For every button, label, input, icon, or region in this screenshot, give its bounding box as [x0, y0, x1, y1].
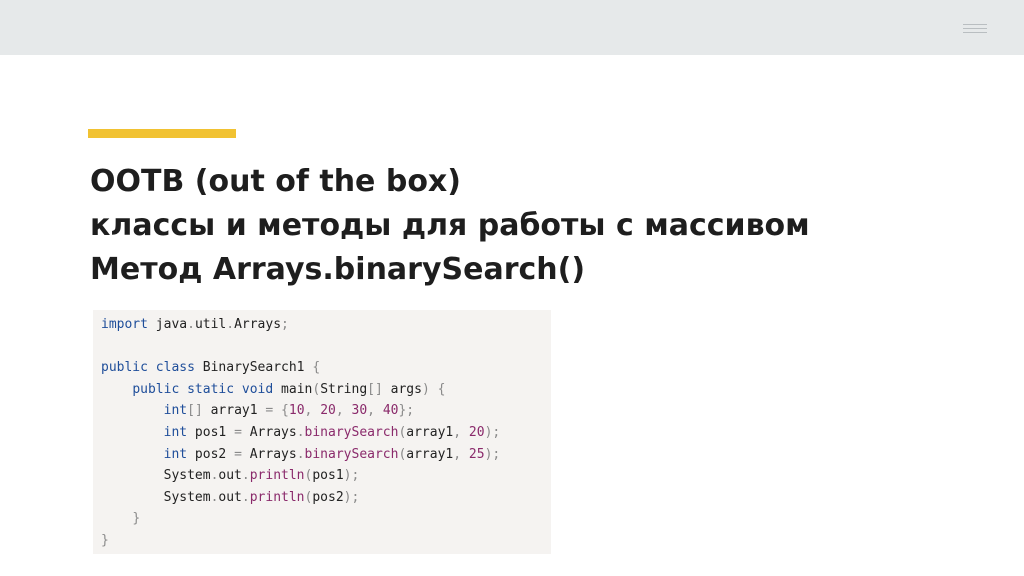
code-line: public static void main(String[] args) { [132, 381, 446, 397]
code-line: } [101, 532, 109, 548]
code-listing: import java.util.Arrays; public class Bi… [101, 314, 551, 552]
code-block: import java.util.Arrays; public class Bi… [93, 310, 551, 554]
title-line-2: классы и методы для работы с массивом [90, 208, 810, 243]
code-line: int[] array1 = {10, 20, 30, 40}; [163, 403, 415, 419]
accent-bar [88, 129, 236, 138]
code-line: int pos1 = Arrays.binarySearch(array1, 2… [163, 424, 501, 440]
code-line: } [132, 511, 141, 527]
code-line: System.out.println(pos1); [101, 468, 360, 484]
top-bar [0, 0, 1024, 55]
code-line: public class BinarySearch1 { [101, 360, 321, 376]
code-line: int pos2 = Arrays.binarySearch(array1, 2… [163, 446, 501, 462]
hamburger-menu-icon[interactable] [963, 24, 987, 33]
title-line-3: Метод Arrays.binarySearch() [90, 252, 586, 287]
slide-title: OOTB (out of the box) классы и методы дл… [90, 160, 990, 292]
code-line: import java.util.Arrays; [101, 317, 289, 332]
code-line: System.out.println(pos2); [101, 489, 360, 505]
title-line-1: OOTB (out of the box) [90, 164, 461, 199]
